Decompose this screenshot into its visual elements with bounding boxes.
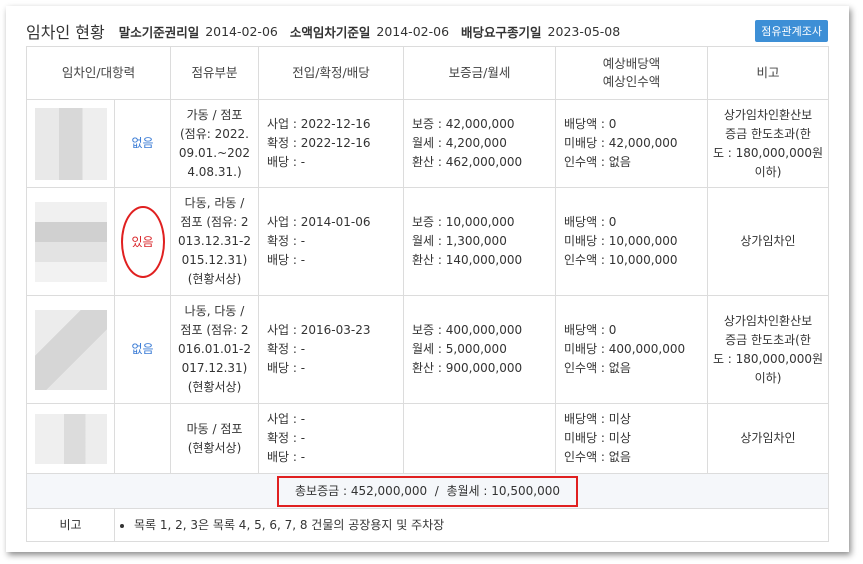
move-confirm-date: 확정 : -: [267, 342, 306, 356]
deposit-cell: 보증 : 10,000,000 월세 : 1,300,000 환산 : 140,…: [403, 187, 556, 296]
blurred-tenant-name: [34, 309, 107, 390]
dividend-cell: 배당액 : 미상 미배당 : 미상 인수액 : 없음: [555, 403, 708, 474]
move-cell: 사업 : 2022-12-16 확정 : 2022-12-16 배당 : -: [258, 99, 404, 188]
tenant-name-cell: [26, 295, 115, 404]
assumed-amount: 인수액 : 없음: [564, 450, 631, 464]
undistributed-amount: 미배당 : 42,000,000: [564, 136, 678, 150]
deposit-cell: 보증 : 42,000,000 월세 : 4,200,000 환산 : 462,…: [403, 99, 556, 188]
dividend-amount: 배당액 : 미상: [564, 412, 631, 426]
dividend-deadline-label: 배당요구종기일: [461, 24, 542, 40]
table-row: 없음 나동, 다동 / 점포 (점유: 2 016.01.01-2 017.12…: [26, 295, 829, 404]
total-row: 총보증금 : 452,000,000 / 총월세 : 10,500,000: [26, 473, 829, 509]
col-deposit-header: 보증금/월세: [403, 46, 556, 100]
cancel-basis-date-label: 말소기준권리일: [118, 24, 200, 40]
highlight-circle: 있음: [120, 205, 165, 278]
dividend-cell: 배당액 : 0 미배당 : 400,000,000 인수액 : 없음: [555, 295, 708, 404]
blurred-tenant-name: [34, 107, 107, 180]
area-cell: 다동, 라동 / 점포 (점유: 2 013.12.31-2 015.12.31…: [170, 187, 259, 296]
table-row: 마동 / 점포 (현황서상) 사업 : - 확정 : - 배당 : - 배당액 …: [26, 403, 829, 474]
assumed-amount: 인수액 : 10,000,000: [564, 253, 678, 267]
dividend-deadline-value: 2023-05-08: [547, 23, 621, 39]
opposition-cell[interactable]: 없음: [114, 99, 171, 188]
assumed-amount: 인수액 : 없음: [564, 361, 631, 375]
table-row: 없음 가동 / 점포 (점유: 2022. 09.01.~202 4.08.31…: [26, 99, 829, 188]
undistributed-amount: 미배당 : 400,000,000: [564, 342, 686, 356]
remarks-item: 목록 1, 2, 3은 목록 4, 5, 6, 7, 8 건물의 공장용지 및 …: [134, 516, 827, 535]
total-summary: 총보증금 : 452,000,000 / 총월세 : 10,500,000: [277, 475, 578, 507]
note-cell: 상가임차인환산보 증금 한도초과(한 도 : 180,000,000원 이하): [707, 99, 829, 188]
move-cell: 사업 : 2014-01-06 확정 : - 배당 : -: [258, 187, 404, 296]
small-lease-date-value: 2014-02-06: [376, 23, 450, 39]
move-business-date: 사업 : 2014-01-06: [267, 215, 371, 229]
monthly-rent: 월세 : 1,300,000: [412, 234, 507, 248]
move-cell: 사업 : - 확정 : - 배당 : -: [258, 403, 404, 474]
monthly-rent: 월세 : 4,200,000: [412, 136, 507, 150]
move-dividend-date: 배당 : -: [267, 361, 306, 375]
note-cell: 상가임차인: [707, 187, 829, 296]
opposition-cell[interactable]: [114, 403, 171, 474]
col-move-header: 전입/확정/배당: [258, 46, 404, 100]
move-confirm-date: 확정 : -: [267, 234, 306, 248]
move-business-date: 사업 : 2016-03-23: [267, 323, 371, 337]
area-cell: 나동, 다동 / 점포 (점유: 2 016.01.01-2 017.12.31…: [170, 295, 259, 404]
small-lease-date-label: 소액임차기준일: [289, 24, 371, 40]
occupancy-survey-button[interactable]: 점유관계조사: [755, 20, 828, 42]
deposit-cell: 보증 : 400,000,000 월세 : 5,000,000 환산 : 900…: [403, 295, 556, 404]
move-dividend-date: 배당 : -: [267, 155, 306, 169]
deposit-amount: 보증 : 400,000,000: [412, 323, 523, 337]
blurred-tenant-name: [34, 201, 107, 282]
table-header-row: 임차인/대항력 점유부분 전입/확정/배당 보증금/월세 예상배당액 예상인수액…: [26, 46, 829, 100]
dividend-amount: 배당액 : 0: [564, 215, 617, 229]
col-dividend-header: 예상배당액 예상인수액: [555, 46, 708, 100]
dividend-amount: 배당액 : 0: [564, 117, 617, 131]
col-area-header: 점유부분: [170, 46, 259, 100]
tenant-name-cell: [26, 99, 115, 188]
col-tenant-header: 임차인/대항력: [26, 46, 171, 100]
move-dividend-date: 배당 : -: [267, 253, 306, 267]
undistributed-amount: 미배당 : 미상: [564, 431, 631, 445]
tenant-status-panel: 임차인 현황 말소기준권리일 2014-02-06 소액임차기준일 2014-0…: [6, 6, 849, 552]
assumed-amount: 인수액 : 없음: [564, 155, 631, 169]
converted-amount: 환산 : 900,000,000: [412, 361, 523, 375]
opposition-cell[interactable]: 없음: [114, 295, 171, 404]
header-bar: 임차인 현황 말소기준권리일 2014-02-06 소액임차기준일 2014-0…: [26, 16, 828, 46]
area-cell: 가동 / 점포 (점유: 2022. 09.01.~202 4.08.31.): [170, 99, 259, 188]
blurred-tenant-name: [34, 413, 107, 464]
deposit-amount: 보증 : 42,000,000: [412, 117, 515, 131]
cancel-basis-date-value: 2014-02-06: [205, 23, 278, 39]
total-cell: 총보증금 : 452,000,000 / 총월세 : 10,500,000: [26, 473, 829, 509]
move-confirm-date: 확정 : 2022-12-16: [267, 136, 371, 150]
remarks-row: 비고 목록 1, 2, 3은 목록 4, 5, 6, 7, 8 건물의 공장용지…: [26, 508, 829, 542]
note-cell: 상가임차인: [707, 403, 829, 474]
dividend-amount: 배당액 : 0: [564, 323, 617, 337]
opposition-cell[interactable]: 있음: [114, 187, 171, 296]
area-cell: 마동 / 점포 (현황서상): [170, 403, 259, 474]
converted-amount: 환산 : 462,000,000: [412, 155, 523, 169]
move-business-date: 사업 : 2022-12-16: [267, 117, 371, 131]
remarks-label: 비고: [26, 508, 115, 542]
deposit-amount: 보증 : 10,000,000: [412, 215, 515, 229]
tenant-name-cell: [26, 187, 115, 296]
dividend-cell: 배당액 : 0 미배당 : 42,000,000 인수액 : 없음: [555, 99, 708, 188]
dividend-cell: 배당액 : 0 미배당 : 10,000,000 인수액 : 10,000,00…: [555, 187, 708, 296]
move-confirm-date: 확정 : -: [267, 431, 306, 445]
note-cell: 상가임차인환산보 증금 한도초과(한 도 : 180,000,000원 이하): [707, 295, 829, 404]
move-dividend-date: 배당 : -: [267, 450, 306, 464]
monthly-rent: 월세 : 5,000,000: [412, 342, 507, 356]
converted-amount: 환산 : 140,000,000: [412, 253, 523, 267]
undistributed-amount: 미배당 : 10,000,000: [564, 234, 678, 248]
tenant-name-cell: [26, 403, 115, 474]
remarks-content: 목록 1, 2, 3은 목록 4, 5, 6, 7, 8 건물의 공장용지 및 …: [114, 508, 829, 542]
tenant-table: 임차인/대항력 점유부분 전입/확정/배당 보증금/월세 예상배당액 예상인수액…: [26, 46, 829, 542]
col-note-header: 비고: [707, 46, 829, 100]
page-title: 임차인 현황: [26, 23, 105, 42]
move-cell: 사업 : 2016-03-23 확정 : - 배당 : -: [258, 295, 404, 404]
deposit-cell: [403, 403, 556, 474]
move-business-date: 사업 : -: [267, 412, 306, 426]
table-row: 있음 다동, 라동 / 점포 (점유: 2 013.12.31-2 015.12…: [26, 187, 829, 296]
